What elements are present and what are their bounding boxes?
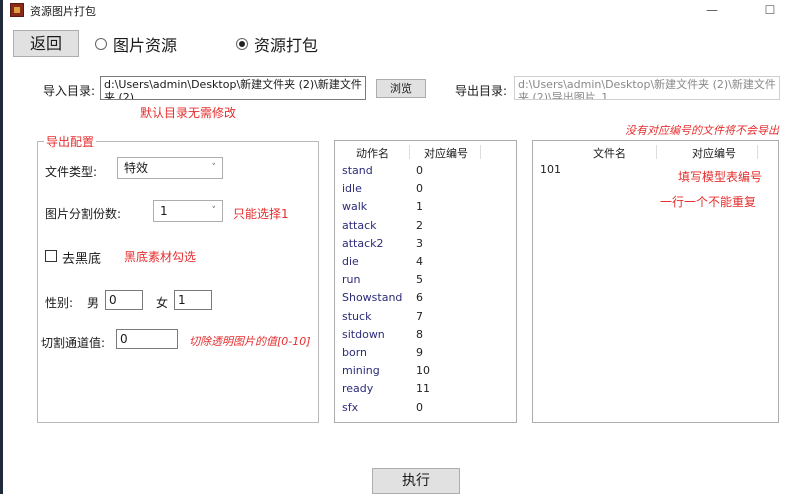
radio-image-resources[interactable]: 图片资源 <box>95 33 177 55</box>
radio-label: 图片资源 <box>113 36 178 55</box>
column-divider <box>757 145 758 159</box>
action-row-code[interactable]: 0 <box>416 401 423 414</box>
threshold-hint: 切除透明图片的值[0-10] <box>189 335 311 348</box>
file-type-select[interactable]: 特效 ˅ <box>117 157 223 179</box>
action-row-name[interactable]: mining <box>342 364 380 377</box>
radio-circle-checked <box>236 38 248 50</box>
file-type-value: 特效 <box>124 161 149 175</box>
male-input[interactable]: 0 <box>105 290 143 310</box>
female-label: 女 <box>156 296 169 310</box>
export-dir-field[interactable]: d:\Users\admin\Desktop\新建文件夹 (2)\新建文件夹 (… <box>514 76 780 100</box>
import-dir-field[interactable]: d:\Users\admin\Desktop\新建文件夹 (2)\新建文件夹 (… <box>100 76 366 100</box>
action-row-name[interactable]: attack2 <box>342 237 384 250</box>
action-row-name[interactable]: attack <box>342 219 377 232</box>
action-row-code[interactable]: 2 <box>416 219 423 232</box>
action-row-code[interactable]: 6 <box>416 291 423 304</box>
file-name-header[interactable]: 文件名 <box>593 145 626 161</box>
action-row-name[interactable]: sfx <box>342 401 358 414</box>
file-row-name[interactable]: 101 <box>540 163 561 176</box>
action-code-header[interactable]: 对应编号 <box>424 145 468 161</box>
action-row-name[interactable]: stuck <box>342 310 371 323</box>
action-row-code[interactable]: 0 <box>416 164 423 177</box>
chevron-down-icon: ˅ <box>211 163 217 173</box>
column-divider <box>409 145 410 159</box>
window-left-edge <box>0 0 3 494</box>
export-config-group <box>37 141 319 423</box>
file-code-header[interactable]: 对应编号 <box>692 145 736 161</box>
action-row-code[interactable]: 3 <box>416 237 423 250</box>
gender-label: 性别: <box>45 296 74 310</box>
minimize-button[interactable]: — <box>700 1 724 19</box>
column-divider <box>480 145 481 159</box>
action-row-code[interactable]: 0 <box>416 182 423 195</box>
action-row-name[interactable]: Showstand <box>342 291 402 304</box>
app-icon <box>10 3 24 17</box>
threshold-input[interactable]: 0 <box>116 329 178 349</box>
file-list-hint-2: 一行一个不能重复 <box>660 195 757 209</box>
female-input[interactable]: 1 <box>174 290 212 310</box>
export-dir-label: 导出目录: <box>455 84 508 98</box>
split-count-hint: 只能选择1 <box>233 207 289 221</box>
remove-black-hint: 黑底素材勾选 <box>124 250 197 264</box>
radio-resource-pack[interactable]: 资源打包 <box>236 33 318 55</box>
action-row-name[interactable]: born <box>342 346 367 359</box>
column-divider <box>656 145 657 159</box>
window-title: 资源图片打包 <box>30 5 96 18</box>
import-hint: 默认目录无需修改 <box>140 106 237 120</box>
threshold-label: 切割通道值: <box>41 336 106 350</box>
action-row-code[interactable]: 4 <box>416 255 423 268</box>
execute-button[interactable]: 执行 <box>372 468 460 494</box>
remove-black-label: 去黑底 <box>62 252 102 267</box>
split-count-select[interactable]: 1 ˅ <box>153 200 223 222</box>
file-list-hint-1: 填写模型表编号 <box>678 170 763 184</box>
action-row-code[interactable]: 11 <box>416 382 430 395</box>
action-row-name[interactable]: ready <box>342 382 373 395</box>
action-row-code[interactable]: 9 <box>416 346 423 359</box>
action-row-name[interactable]: run <box>342 273 360 286</box>
action-row-code[interactable]: 1 <box>416 200 423 213</box>
back-button[interactable]: 返回 <box>13 30 79 57</box>
import-dir-label: 导入目录: <box>43 84 96 98</box>
action-row-name[interactable]: sitdown <box>342 328 385 341</box>
title-bar <box>3 0 789 22</box>
remove-black-checkbox[interactable] <box>45 250 57 262</box>
browse-button[interactable]: 浏览 <box>376 79 426 98</box>
action-row-code[interactable]: 10 <box>416 364 430 377</box>
radio-circle <box>95 38 107 50</box>
chevron-down-icon: ˅ <box>211 206 217 216</box>
action-name-header[interactable]: 动作名 <box>356 145 389 161</box>
action-row-name[interactable]: walk <box>342 200 367 213</box>
export-config-title: 导出配置 <box>44 133 97 150</box>
action-row-code[interactable]: 8 <box>416 328 423 341</box>
export-hint: 没有对应编号的文件将不会导出 <box>625 124 779 137</box>
action-row-name[interactable]: stand <box>342 164 373 177</box>
action-row-name[interactable]: idle <box>342 182 362 195</box>
file-type-label: 文件类型: <box>45 165 98 179</box>
split-count-value: 1 <box>160 204 168 218</box>
action-row-code[interactable]: 7 <box>416 310 423 323</box>
action-row-code[interactable]: 5 <box>416 273 423 286</box>
action-row-name[interactable]: die <box>342 255 359 268</box>
radio-label: 资源打包 <box>254 36 319 55</box>
maximize-button[interactable]: ☐ <box>758 1 782 19</box>
male-label: 男 <box>87 296 100 310</box>
split-count-label: 图片分割份数: <box>45 207 122 221</box>
